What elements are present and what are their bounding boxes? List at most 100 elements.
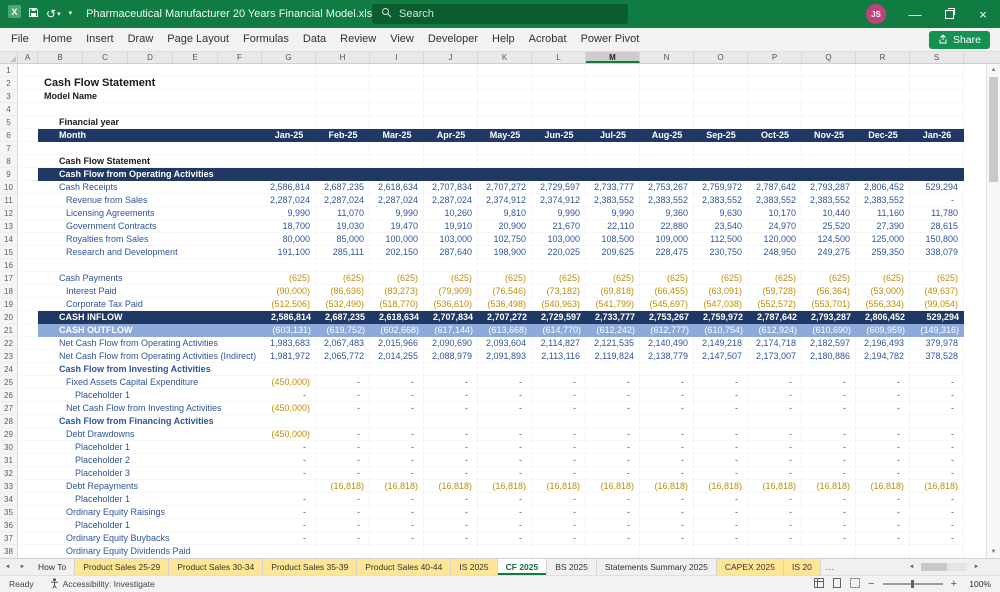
cell[interactable]: May-25 — [478, 129, 532, 142]
cell[interactable]: - — [856, 454, 910, 466]
row-number-27[interactable]: 27 — [0, 402, 18, 415]
cell[interactable] — [316, 168, 370, 181]
cell[interactable]: 10,170 — [748, 207, 802, 219]
column-header-B[interactable]: B — [38, 52, 83, 63]
cell[interactable] — [532, 103, 586, 115]
cell[interactable] — [478, 168, 532, 181]
cell[interactable]: 102,750 — [478, 233, 532, 245]
zoom-slider-thumb[interactable] — [910, 580, 914, 588]
accessibility-status[interactable]: Accessibility: Investigate — [50, 577, 155, 591]
cell[interactable]: (610,754) — [694, 324, 748, 337]
cell[interactable]: - — [532, 389, 586, 401]
sheet-tab-product-sales-30-34[interactable]: Product Sales 30-34 — [169, 559, 264, 575]
cell[interactable]: - — [910, 428, 964, 440]
cell[interactable] — [478, 155, 532, 167]
cell[interactable]: - — [586, 532, 640, 544]
cell[interactable]: (619,752) — [316, 324, 370, 337]
cell-label[interactable]: Cash Receipts — [38, 181, 262, 193]
row-number-4[interactable]: 4 — [0, 103, 18, 116]
cell[interactable] — [586, 90, 640, 102]
cell-label[interactable]: Model Name — [38, 90, 262, 102]
cell[interactable]: - — [640, 532, 694, 544]
cell[interactable]: - — [910, 194, 964, 206]
cell[interactable]: - — [478, 532, 532, 544]
cell[interactable]: - — [532, 454, 586, 466]
cell[interactable] — [802, 142, 856, 154]
cell[interactable] — [802, 155, 856, 167]
cell[interactable] — [640, 363, 694, 375]
cell-label[interactable]: Placeholder 1 — [38, 519, 262, 531]
cell[interactable] — [856, 363, 910, 375]
cell[interactable] — [694, 116, 748, 128]
cell[interactable]: 285,111 — [316, 246, 370, 258]
cell[interactable] — [478, 363, 532, 375]
sheet-tab-statements-summary-2025[interactable]: Statements Summary 2025 — [597, 559, 717, 575]
cell[interactable] — [262, 77, 316, 89]
cell[interactable] — [424, 155, 478, 167]
cell[interactable]: 2,806,452 — [856, 181, 910, 193]
cell[interactable]: - — [694, 506, 748, 518]
cell[interactable] — [262, 259, 316, 271]
cell[interactable]: (450,000) — [262, 402, 316, 414]
scroll-down-icon[interactable]: ▼ — [987, 546, 1000, 558]
cell[interactable]: 2,114,827 — [532, 337, 586, 349]
cell[interactable]: (49,637) — [910, 285, 964, 297]
row-number-1[interactable]: 1 — [0, 64, 18, 77]
column-header-K[interactable]: K — [478, 52, 532, 63]
sheet-tab-is-20[interactable]: IS 20 — [783, 559, 821, 575]
cell[interactable]: (512,506) — [262, 298, 316, 310]
cell-label[interactable]: Cash Flow from Investing Activities — [38, 363, 262, 375]
cell[interactable] — [640, 155, 694, 167]
cell[interactable] — [586, 116, 640, 128]
cell[interactable]: (545,697) — [640, 298, 694, 310]
cell[interactable]: - — [640, 493, 694, 505]
cell[interactable]: 379,978 — [910, 337, 964, 349]
cell-label[interactable]: Placeholder 1 — [38, 441, 262, 453]
cell[interactable]: 19,470 — [370, 220, 424, 232]
cell[interactable] — [262, 64, 316, 76]
column-header-D[interactable]: D — [128, 52, 173, 63]
cell[interactable]: - — [532, 402, 586, 414]
cell[interactable]: - — [586, 506, 640, 518]
sheet-tab-bs-2025[interactable]: BS 2025 — [547, 559, 597, 575]
cell[interactable] — [748, 415, 802, 427]
cell[interactable] — [640, 116, 694, 128]
row-number-34[interactable]: 34 — [0, 493, 18, 506]
cell[interactable]: 11,780 — [910, 207, 964, 219]
row-number-17[interactable]: 17 — [0, 272, 18, 285]
cell[interactable]: - — [316, 454, 370, 466]
cell[interactable] — [694, 168, 748, 181]
cell[interactable]: 1,983,683 — [262, 337, 316, 349]
cell[interactable] — [478, 77, 532, 89]
cell[interactable] — [802, 545, 856, 557]
cell[interactable]: 19,910 — [424, 220, 478, 232]
cell[interactable]: - — [262, 493, 316, 505]
cell[interactable]: - — [424, 532, 478, 544]
cell[interactable]: - — [424, 428, 478, 440]
cell[interactable]: - — [586, 428, 640, 440]
cell[interactable]: - — [262, 519, 316, 531]
cell[interactable]: (16,818) — [910, 480, 964, 492]
cell[interactable] — [694, 64, 748, 76]
cell[interactable] — [748, 103, 802, 115]
cell-label[interactable] — [38, 103, 262, 115]
cell[interactable]: 2,196,493 — [856, 337, 910, 349]
cell[interactable]: (552,572) — [748, 298, 802, 310]
cell[interactable]: - — [802, 402, 856, 414]
cell-label[interactable]: Month — [38, 129, 262, 142]
cell[interactable] — [424, 116, 478, 128]
sheet-tabs-overflow-icon[interactable]: … — [821, 559, 839, 575]
cell[interactable] — [370, 545, 424, 557]
cell[interactable]: 2,088,979 — [424, 350, 478, 362]
cell[interactable]: - — [694, 441, 748, 453]
cell[interactable] — [802, 90, 856, 102]
minimize-button[interactable]: — — [898, 0, 932, 28]
cell[interactable]: 2,586,814 — [262, 311, 316, 324]
cell[interactable] — [262, 142, 316, 154]
cell[interactable]: - — [586, 454, 640, 466]
cell[interactable] — [316, 142, 370, 154]
cell[interactable]: Feb-25 — [316, 129, 370, 142]
cell[interactable]: 109,000 — [640, 233, 694, 245]
cell[interactable]: (603,131) — [262, 324, 316, 337]
cell[interactable] — [478, 259, 532, 271]
